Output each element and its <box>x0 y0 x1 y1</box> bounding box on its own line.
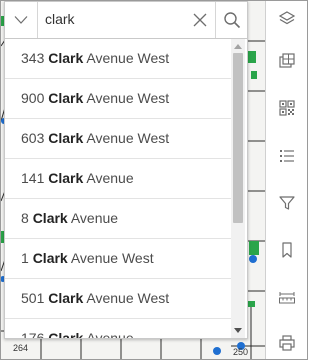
triangle-up-icon <box>234 44 242 49</box>
layers-button[interactable] <box>266 1 307 37</box>
print-icon <box>279 335 295 351</box>
suggestion-item[interactable]: 176 Clark Avenue <box>5 319 231 338</box>
suggestion-list: 343 Clark Avenue West 900 Clark Avenue W… <box>5 39 247 338</box>
suggestion-item[interactable]: 900 Clark Avenue West <box>5 79 231 119</box>
search-widget: 343 Clark Avenue West 900 Clark Avenue W… <box>4 1 248 339</box>
search-source-dropdown[interactable] <box>5 2 38 38</box>
legend-button[interactable] <box>266 138 307 174</box>
basemap-gallery-icon <box>279 53 295 68</box>
layers-icon <box>278 11 296 25</box>
chevron-down-icon <box>14 16 28 24</box>
clear-search-button[interactable] <box>185 2 215 38</box>
search-button[interactable] <box>215 2 248 38</box>
search-input[interactable] <box>38 2 185 36</box>
suggestion-item[interactable]: 8 Clark Avenue <box>5 199 231 239</box>
scroll-up-button[interactable] <box>231 39 245 53</box>
suggestion-item[interactable]: 501 Clark Avenue West <box>5 279 231 319</box>
search-bar <box>5 2 247 39</box>
suggestion-item[interactable]: 141 Clark Avenue <box>5 159 231 199</box>
triangle-down-icon <box>234 328 242 333</box>
filter-icon <box>279 196 295 210</box>
bookmark-icon <box>282 242 292 258</box>
qr-code-button[interactable] <box>266 90 307 126</box>
suggestion-item[interactable]: 343 Clark Avenue West <box>5 39 231 79</box>
basemap-gallery-button[interactable] <box>266 43 307 79</box>
print-button[interactable] <box>266 325 307 359</box>
app-frame: 264 250 clark 343 Clark Avenue West 900 … <box>0 0 308 360</box>
suggestion-item[interactable]: 603 Clark Avenue West <box>5 119 231 159</box>
measure-icon <box>279 292 295 304</box>
legend-list-icon <box>280 150 294 162</box>
suggestion-item[interactable]: 1 Clark Avenue West <box>5 239 231 279</box>
widget-toolbar <box>265 1 307 359</box>
qr-code-icon <box>279 100 295 116</box>
map-parcel-label: 264 <box>13 343 29 353</box>
suggestion-scrollbar[interactable] <box>231 39 245 338</box>
scroll-down-button[interactable] <box>231 324 245 338</box>
bookmark-button[interactable] <box>266 232 307 268</box>
map-parcel-label: 250 <box>233 347 249 357</box>
measure-button[interactable] <box>266 279 307 315</box>
filter-button[interactable] <box>266 185 307 221</box>
close-icon <box>193 13 207 27</box>
scrollbar-thumb[interactable] <box>233 53 243 223</box>
search-icon <box>224 12 241 29</box>
